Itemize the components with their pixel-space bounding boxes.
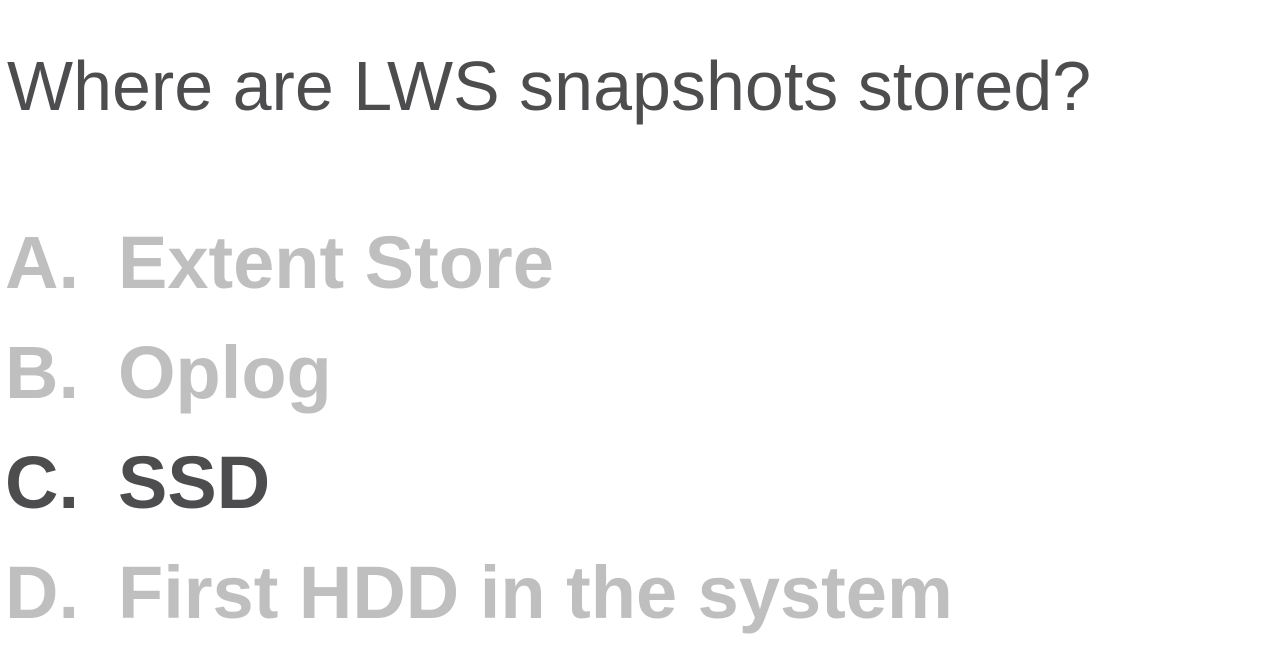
- quiz-slide: Where are LWS snapshots stored? A. Exten…: [0, 0, 1261, 645]
- question-title: Where are LWS snapshots stored?: [7, 46, 1092, 125]
- option-text: First HDD in the system: [118, 551, 953, 634]
- answer-option-b: B. Oplog: [5, 325, 953, 435]
- option-letter: A.: [5, 221, 79, 304]
- option-text: Extent Store: [118, 221, 554, 304]
- option-letter: D.: [5, 551, 79, 634]
- answer-option-d: D. First HDD in the system: [5, 545, 953, 645]
- option-text: SSD: [118, 441, 271, 524]
- option-letter: C.: [5, 441, 79, 524]
- option-text: Oplog: [118, 331, 332, 414]
- answer-options-list: A. Extent Store B. Oplog C. SSD D. First…: [5, 215, 953, 645]
- option-letter: B.: [5, 331, 79, 414]
- answer-option-c: C. SSD: [5, 435, 953, 545]
- answer-option-a: A. Extent Store: [5, 215, 953, 325]
